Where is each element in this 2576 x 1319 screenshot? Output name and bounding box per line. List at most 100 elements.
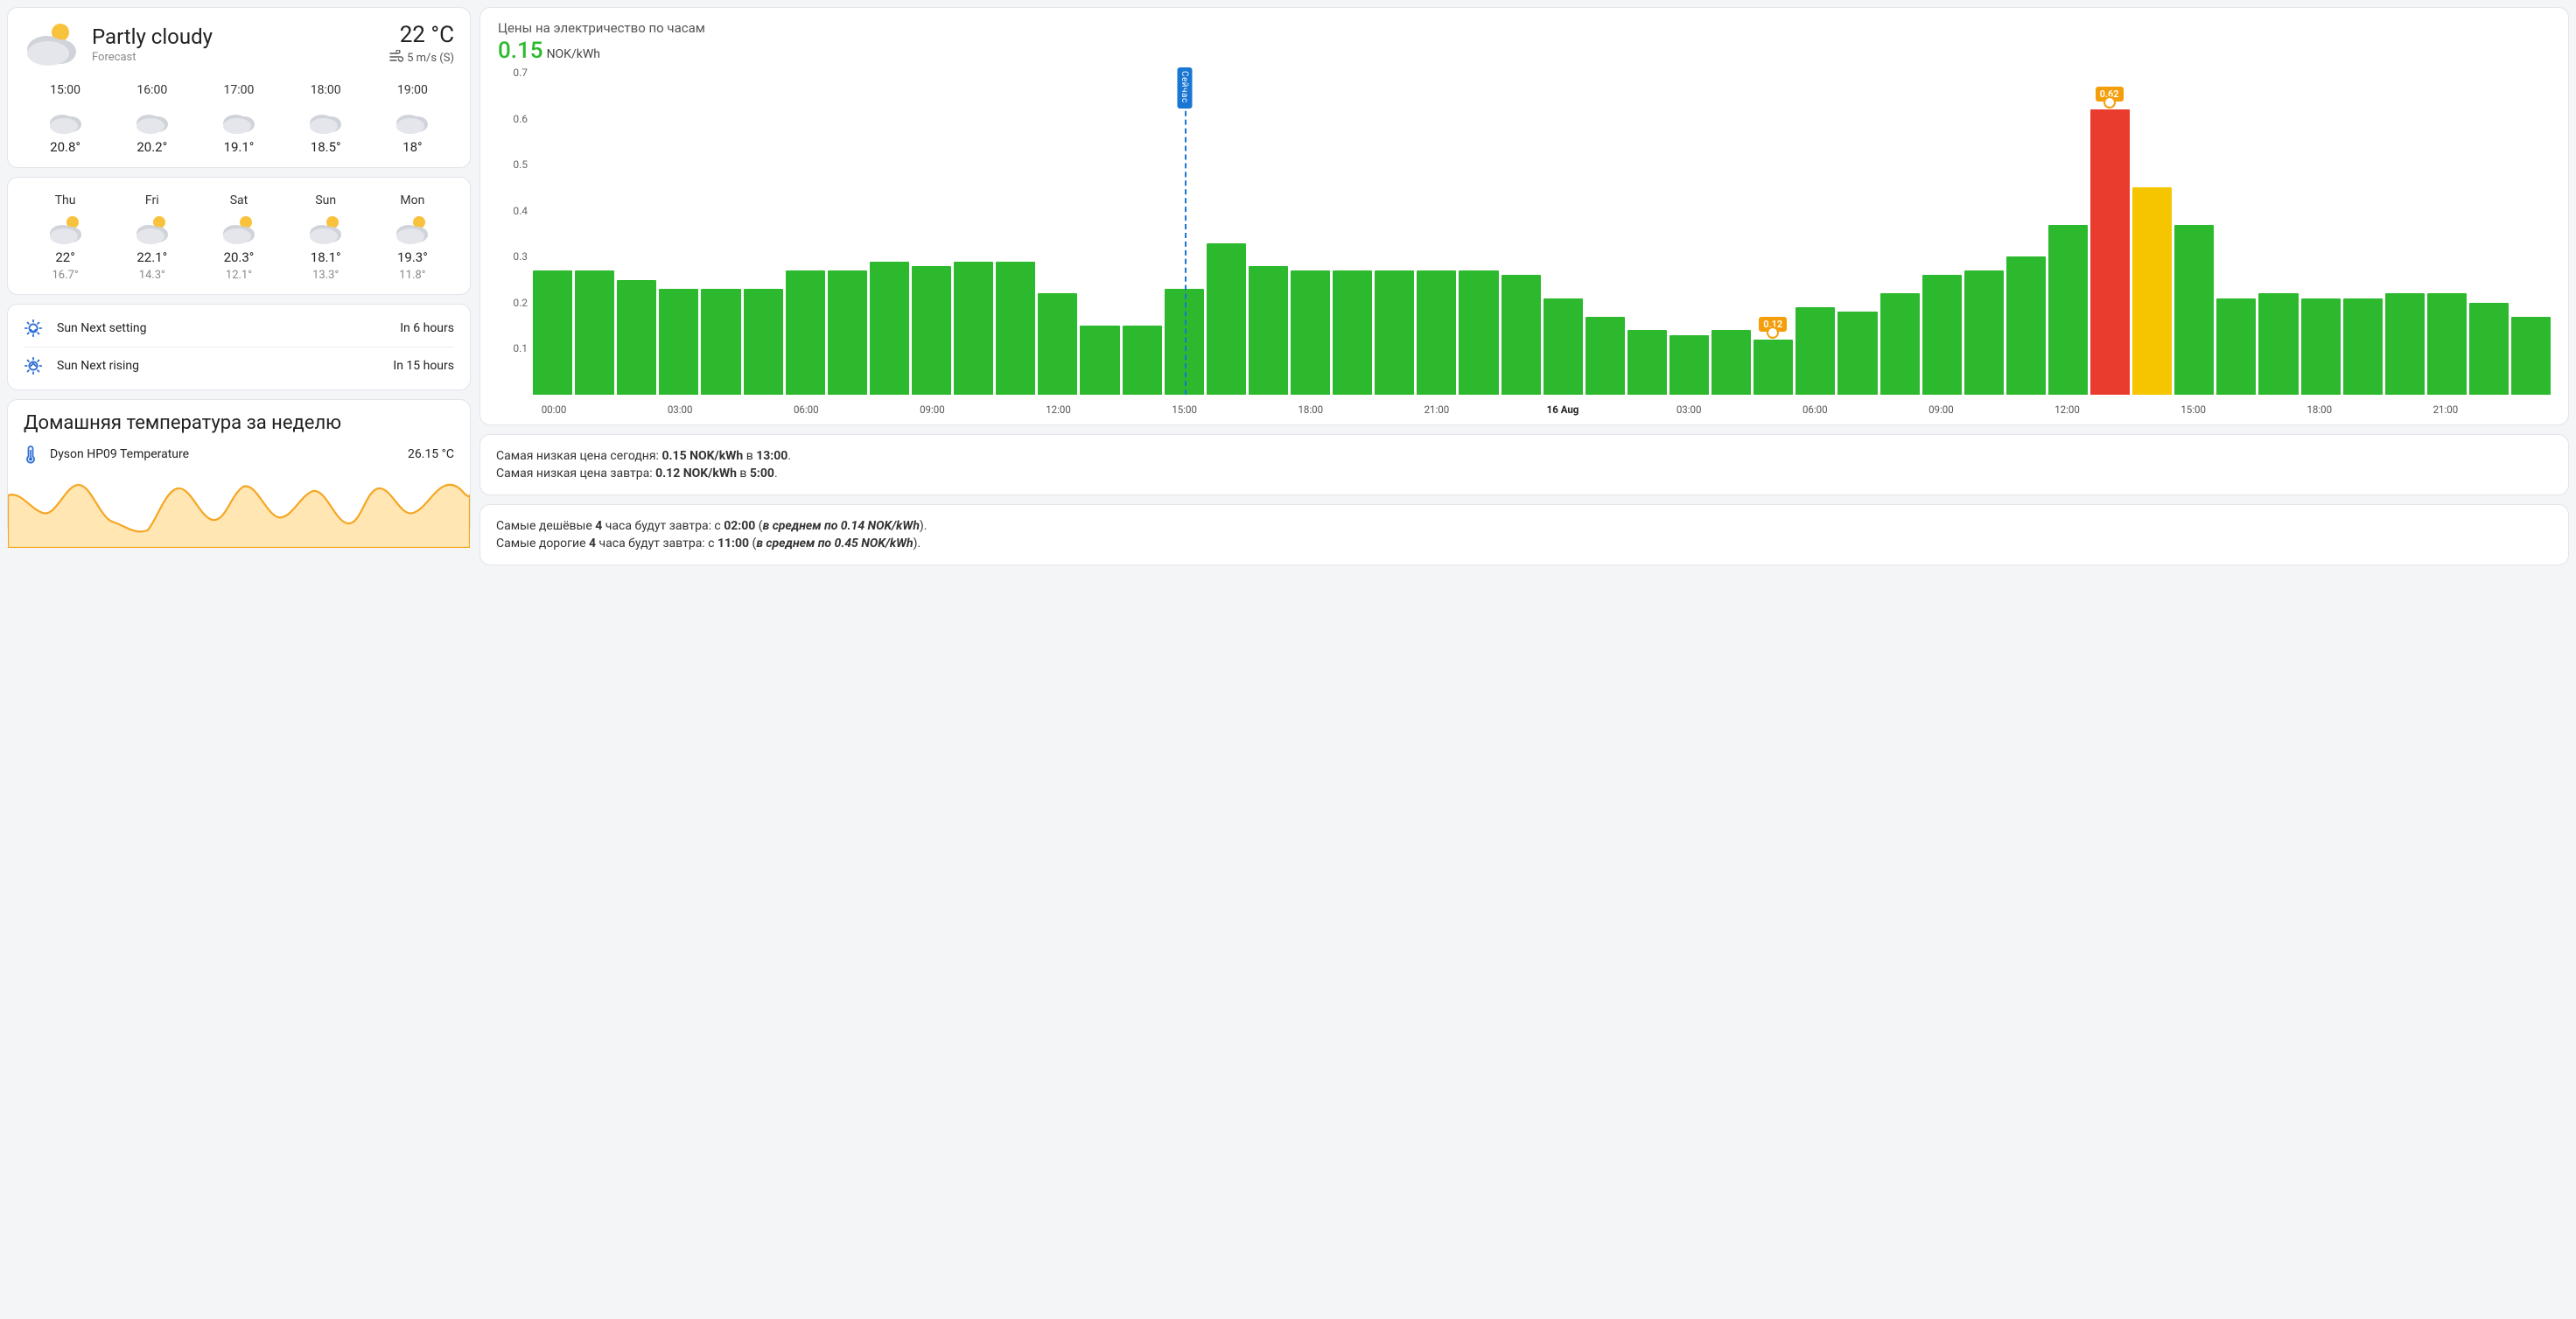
price-summary-today-card[interactable]: Самая низкая цена сегодня: 0.15 NOK/kWh … <box>480 434 2569 495</box>
price-bar <box>1502 275 1541 395</box>
day-label: Thu <box>24 193 107 207</box>
price-chart-title: Цены на электричество по часам <box>498 20 2551 36</box>
price-bar <box>1712 330 1751 395</box>
day-label: Sun <box>284 193 368 207</box>
price-bar <box>2427 293 2467 395</box>
partly-cloudy-icon <box>48 214 83 244</box>
hourly-forecast-cell[interactable]: 15:00 20.8° <box>24 83 107 155</box>
cloudy-icon <box>135 104 170 134</box>
price-bar <box>1038 293 1077 395</box>
price-bar <box>2216 298 2256 395</box>
weather-condition: Partly cloudy <box>92 25 213 49</box>
day-lo: 16.7° <box>24 269 107 282</box>
lowest-tomorrow-line: Самая низкая цена завтра: 0.12 NOK/kWh в… <box>496 465 2552 482</box>
hour-temp: 19.1° <box>197 139 280 155</box>
hour-label: 16:00 <box>110 83 193 97</box>
hourly-forecast-cell[interactable]: 17:00 19.1° <box>197 83 280 155</box>
price-bar <box>659 289 698 395</box>
price-chart-card[interactable]: Цены на электричество по часам 0.15 NOK/… <box>480 7 2569 425</box>
home-temp-sparkline <box>8 469 470 548</box>
price-bar <box>996 262 1035 395</box>
hourly-forecast-cell[interactable]: 16:00 20.2° <box>110 83 193 155</box>
price-bar <box>1375 270 1414 395</box>
price-bar <box>1586 317 1625 395</box>
price-bar <box>1459 270 1498 395</box>
weather-daily-card[interactable]: Thu 22° 16.7°Fri 22.1° 14.3°Sat 20.3° 12… <box>7 177 471 295</box>
price-bar <box>617 280 656 395</box>
price-bar <box>1249 266 1288 395</box>
price-bar <box>786 270 825 395</box>
sun-setting-row[interactable]: Sun Next setting In 6 hours <box>24 310 454 347</box>
daily-forecast-cell[interactable]: Mon 19.3° 11.8° <box>371 193 454 282</box>
weather-temp: 22 °C <box>389 22 454 48</box>
price-bar <box>1417 270 1456 395</box>
price-bar <box>1964 270 2004 395</box>
weather-subtitle: Forecast <box>92 51 213 64</box>
price-bar <box>2132 187 2172 395</box>
hour-label: 15:00 <box>24 83 107 97</box>
sunset-icon <box>24 319 43 338</box>
sun-rising-value: In 15 hours <box>393 359 454 373</box>
daily-forecast-cell[interactable]: Thu 22° 16.7° <box>24 193 107 282</box>
cloudy-icon <box>48 104 83 134</box>
price-bar <box>1123 326 1162 395</box>
price-bar <box>2174 225 2214 396</box>
hourly-forecast-cell[interactable]: 18:00 18.5° <box>284 83 368 155</box>
cheapest-hours-line: Самые дешёвые 4 часа будут завтра: с 02:… <box>496 517 2552 535</box>
day-lo: 12.1° <box>197 269 280 282</box>
hour-label: 19:00 <box>371 83 454 97</box>
day-lo: 13.3° <box>284 269 368 282</box>
chart-plot: 00:0003:0006:0009:0012:0015:0018:0021:00… <box>533 69 2551 419</box>
hour-label: 18:00 <box>284 83 368 97</box>
weather-current-card[interactable]: Partly cloudy Forecast 22 °C 5 m/s (S) 1… <box>7 7 471 168</box>
daily-forecast-cell[interactable]: Sat 20.3° 12.1° <box>197 193 280 282</box>
price-bar <box>533 270 572 395</box>
sun-rising-row[interactable]: Sun Next rising In 15 hours <box>24 347 454 384</box>
daily-forecast-cell[interactable]: Fri 22.1° 14.3° <box>110 193 193 282</box>
daily-forecast-cell[interactable]: Sun 18.1° 13.3° <box>284 193 368 282</box>
cloudy-icon <box>221 104 256 134</box>
thermometer-icon <box>24 445 38 464</box>
price-callout: 0.62 <box>2096 87 2124 102</box>
sun-setting-label: Sun Next setting <box>57 321 146 335</box>
wind-icon <box>389 50 403 66</box>
price-bar <box>1670 335 1709 395</box>
price-bar <box>1291 270 1330 395</box>
price-bar <box>1754 340 1793 395</box>
day-hi: 20.3° <box>197 249 280 265</box>
price-bar <box>2301 298 2341 395</box>
sun-card[interactable]: Sun Next setting In 6 hours Sun Next ris… <box>7 304 471 390</box>
sun-setting-value: In 6 hours <box>400 321 454 335</box>
hourly-forecast-cell[interactable]: 19:00 18° <box>371 83 454 155</box>
hour-label: 17:00 <box>197 83 280 97</box>
current-price-value: 0.15 <box>498 38 543 64</box>
home-temp-sensor-value: 26.15 °C <box>408 447 454 461</box>
day-lo: 11.8° <box>371 269 454 282</box>
current-price-unit: NOK/kWh <box>547 47 600 61</box>
cloudy-icon <box>308 104 343 134</box>
price-summary-periods-card[interactable]: Самые дешёвые 4 часа будут завтра: с 02:… <box>480 504 2569 565</box>
expensive-hours-line: Самые дорогие 4 часа будут завтра: с 11:… <box>496 535 2552 552</box>
hour-temp: 18° <box>371 139 454 155</box>
partly-cloudy-icon <box>24 20 80 67</box>
day-lo: 14.3° <box>110 269 193 282</box>
day-hi: 19.3° <box>371 249 454 265</box>
price-bar <box>2090 109 2130 395</box>
price-bar <box>1544 298 1583 395</box>
day-label: Fri <box>110 193 193 207</box>
price-bar <box>1207 243 1246 395</box>
price-bar <box>828 270 867 395</box>
price-bar <box>2511 317 2551 395</box>
price-bar <box>870 262 909 395</box>
day-hi: 22.1° <box>110 249 193 265</box>
price-bar <box>1333 270 1372 395</box>
price-bar <box>2006 256 2046 395</box>
home-temp-card[interactable]: Домашняя температура за неделю Dyson HP0… <box>7 399 471 537</box>
price-bar <box>2048 225 2088 396</box>
sunrise-icon <box>24 356 43 375</box>
home-temp-sensor-label: Dyson HP09 Temperature <box>50 447 189 461</box>
price-bar <box>701 289 740 395</box>
day-hi: 18.1° <box>284 249 368 265</box>
partly-cloudy-icon <box>308 214 343 244</box>
now-marker-label: Сейчас <box>1177 67 1192 109</box>
